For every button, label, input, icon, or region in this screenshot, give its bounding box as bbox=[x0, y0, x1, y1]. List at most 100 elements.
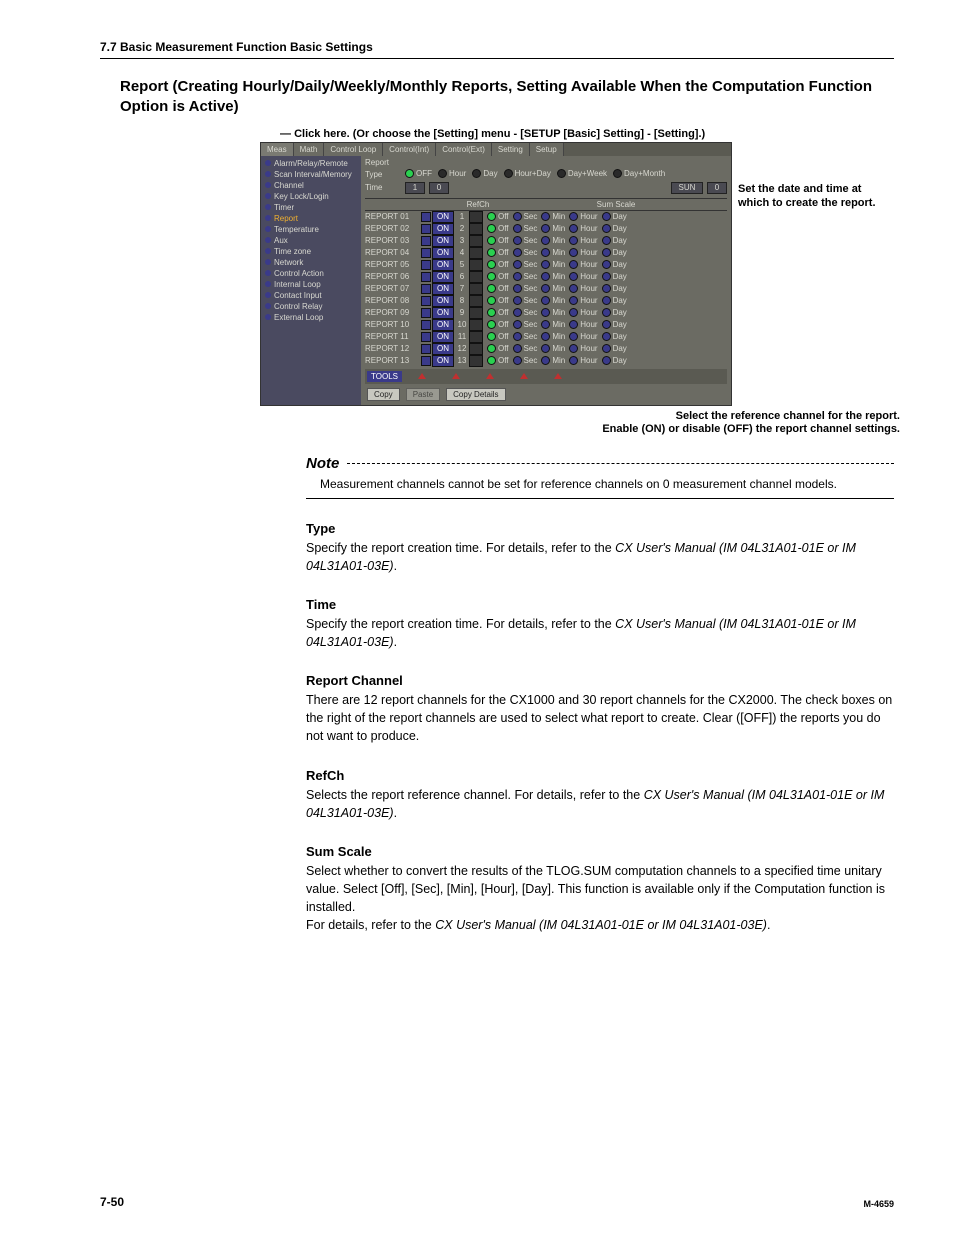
report-row-refch-select[interactable] bbox=[469, 307, 483, 319]
report-row-refch-select[interactable] bbox=[469, 355, 483, 367]
report-row-refch-select[interactable] bbox=[469, 235, 483, 247]
report-row-refch-select[interactable] bbox=[469, 331, 483, 343]
sumscale-option-min[interactable]: Min bbox=[541, 320, 565, 329]
sidebar-item-timer[interactable]: Timer bbox=[261, 202, 361, 213]
report-row-checkbox[interactable] bbox=[421, 260, 431, 270]
sumscale-option-off[interactable]: Off bbox=[487, 248, 509, 257]
sumscale-option-hour[interactable]: Hour bbox=[569, 296, 597, 305]
sumscale-option-hour[interactable]: Hour bbox=[569, 212, 597, 221]
sumscale-option-day[interactable]: Day bbox=[602, 296, 627, 305]
sumscale-option-sec[interactable]: Sec bbox=[513, 344, 538, 353]
sumscale-option-day[interactable]: Day bbox=[602, 260, 627, 269]
sumscale-option-min[interactable]: Min bbox=[541, 272, 565, 281]
type-option-hour[interactable]: Hour bbox=[438, 169, 466, 178]
sumscale-option-day[interactable]: Day bbox=[602, 356, 627, 365]
sumscale-option-hour[interactable]: Hour bbox=[569, 308, 597, 317]
sumscale-option-min[interactable]: Min bbox=[541, 308, 565, 317]
report-row-on-toggle[interactable]: ON bbox=[432, 235, 454, 247]
sumscale-option-hour[interactable]: Hour bbox=[569, 320, 597, 329]
sumscale-option-hour[interactable]: Hour bbox=[569, 260, 597, 269]
sumscale-option-min[interactable]: Min bbox=[541, 236, 565, 245]
sumscale-option-min[interactable]: Min bbox=[541, 224, 565, 233]
report-row-refch-select[interactable] bbox=[469, 343, 483, 355]
report-row-on-toggle[interactable]: ON bbox=[432, 331, 454, 343]
sumscale-option-day[interactable]: Day bbox=[602, 320, 627, 329]
sumscale-option-hour[interactable]: Hour bbox=[569, 224, 597, 233]
tab-control-ext-[interactable]: Control(Ext) bbox=[436, 143, 492, 156]
report-row-checkbox[interactable] bbox=[421, 224, 431, 234]
report-row-checkbox[interactable] bbox=[421, 272, 431, 282]
sumscale-option-hour[interactable]: Hour bbox=[569, 332, 597, 341]
sumscale-option-day[interactable]: Day bbox=[602, 212, 627, 221]
sumscale-option-min[interactable]: Min bbox=[541, 212, 565, 221]
time-daynum-input[interactable]: 0 bbox=[707, 182, 727, 194]
report-row-on-toggle[interactable]: ON bbox=[432, 211, 454, 223]
sumscale-option-day[interactable]: Day bbox=[602, 272, 627, 281]
sumscale-option-day[interactable]: Day bbox=[602, 248, 627, 257]
report-row-on-toggle[interactable]: ON bbox=[432, 223, 454, 235]
sumscale-option-min[interactable]: Min bbox=[541, 356, 565, 365]
sumscale-option-off[interactable]: Off bbox=[487, 344, 509, 353]
report-row-on-toggle[interactable]: ON bbox=[432, 319, 454, 331]
sumscale-option-off[interactable]: Off bbox=[487, 236, 509, 245]
report-row-on-toggle[interactable]: ON bbox=[432, 295, 454, 307]
sumscale-option-day[interactable]: Day bbox=[602, 344, 627, 353]
copy-button[interactable]: Copy bbox=[367, 388, 400, 401]
tab-control-int-[interactable]: Control(Int) bbox=[383, 143, 436, 156]
report-row-on-toggle[interactable]: ON bbox=[432, 271, 454, 283]
type-option-day-week[interactable]: Day+Week bbox=[557, 169, 607, 178]
report-row-checkbox[interactable] bbox=[421, 296, 431, 306]
report-row-on-toggle[interactable]: ON bbox=[432, 283, 454, 295]
sumscale-option-off[interactable]: Off bbox=[487, 308, 509, 317]
report-row-on-toggle[interactable]: ON bbox=[432, 259, 454, 271]
sidebar-item-internal-loop[interactable]: Internal Loop bbox=[261, 279, 361, 290]
sumscale-option-day[interactable]: Day bbox=[602, 224, 627, 233]
sumscale-option-hour[interactable]: Hour bbox=[569, 284, 597, 293]
sumscale-option-off[interactable]: Off bbox=[487, 332, 509, 341]
sidebar-item-temperature[interactable]: Temperature bbox=[261, 224, 361, 235]
report-row-refch-select[interactable] bbox=[469, 271, 483, 283]
type-option-day[interactable]: Day bbox=[472, 169, 497, 178]
sidebar-item-network[interactable]: Network bbox=[261, 257, 361, 268]
sumscale-option-sec[interactable]: Sec bbox=[513, 212, 538, 221]
report-row-refch-select[interactable] bbox=[469, 283, 483, 295]
sumscale-option-hour[interactable]: Hour bbox=[569, 248, 597, 257]
type-option-day-month[interactable]: Day+Month bbox=[613, 169, 665, 178]
report-row-checkbox[interactable] bbox=[421, 284, 431, 294]
tab-meas[interactable]: Meas bbox=[261, 143, 294, 156]
sumscale-option-off[interactable]: Off bbox=[487, 224, 509, 233]
sumscale-option-sec[interactable]: Sec bbox=[513, 320, 538, 329]
report-row-refch-select[interactable] bbox=[469, 223, 483, 235]
sumscale-option-day[interactable]: Day bbox=[602, 236, 627, 245]
sidebar-item-time-zone[interactable]: Time zone bbox=[261, 246, 361, 257]
paste-button[interactable]: Paste bbox=[406, 388, 440, 401]
sumscale-option-off[interactable]: Off bbox=[487, 284, 509, 293]
sumscale-option-sec[interactable]: Sec bbox=[513, 308, 538, 317]
tab-setting[interactable]: Setting bbox=[492, 143, 530, 156]
tab-setup[interactable]: Setup bbox=[530, 143, 564, 156]
time-hour-input[interactable]: 1 bbox=[405, 182, 425, 194]
sumscale-option-off[interactable]: Off bbox=[487, 260, 509, 269]
report-row-refch-select[interactable] bbox=[469, 259, 483, 271]
sumscale-option-hour[interactable]: Hour bbox=[569, 356, 597, 365]
sidebar-item-control-relay[interactable]: Control Relay bbox=[261, 301, 361, 312]
report-row-on-toggle[interactable]: ON bbox=[432, 307, 454, 319]
report-row-checkbox[interactable] bbox=[421, 212, 431, 222]
sidebar-item-report[interactable]: Report bbox=[261, 213, 361, 224]
tab-control-loop[interactable]: Control Loop bbox=[324, 143, 383, 156]
sidebar-item-scan-interval-memory[interactable]: Scan Interval/Memory bbox=[261, 169, 361, 180]
report-row-refch-select[interactable] bbox=[469, 211, 483, 223]
sumscale-option-day[interactable]: Day bbox=[602, 332, 627, 341]
sumscale-option-sec[interactable]: Sec bbox=[513, 236, 538, 245]
sumscale-option-sec[interactable]: Sec bbox=[513, 296, 538, 305]
sidebar-item-external-loop[interactable]: External Loop bbox=[261, 312, 361, 323]
sumscale-option-sec[interactable]: Sec bbox=[513, 272, 538, 281]
sidebar-item-contact-input[interactable]: Contact Input bbox=[261, 290, 361, 301]
sumscale-option-sec[interactable]: Sec bbox=[513, 356, 538, 365]
sumscale-option-day[interactable]: Day bbox=[602, 284, 627, 293]
sumscale-option-day[interactable]: Day bbox=[602, 308, 627, 317]
report-row-on-toggle[interactable]: ON bbox=[432, 343, 454, 355]
report-row-refch-select[interactable] bbox=[469, 247, 483, 259]
sumscale-option-hour[interactable]: Hour bbox=[569, 236, 597, 245]
sumscale-option-hour[interactable]: Hour bbox=[569, 272, 597, 281]
